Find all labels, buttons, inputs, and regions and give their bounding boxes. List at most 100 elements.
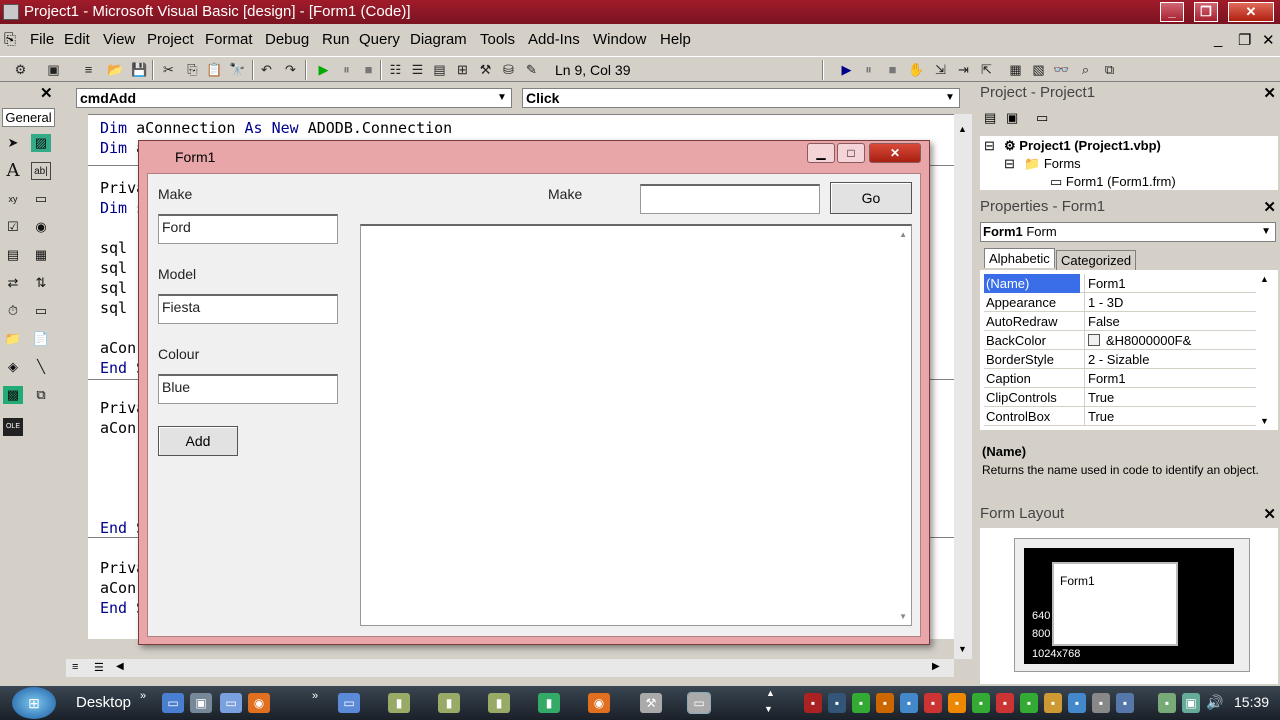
add-button[interactable]: Add — [158, 426, 238, 456]
drivelistbox-tool-icon[interactable]: ▭ — [31, 302, 51, 320]
firefox-icon[interactable]: ◉ — [248, 693, 270, 713]
object-selector[interactable]: Form1 Form ▼ — [980, 222, 1276, 242]
menu-query[interactable]: Query — [359, 31, 400, 48]
add-project-icon[interactable]: ⚙ — [12, 61, 29, 78]
tree-item-project[interactable]: ⚙ Project1 (Project1.vbp) — [1004, 138, 1161, 154]
debug-stop-icon[interactable]: ■ — [884, 61, 901, 78]
code-line[interactable]: aCon — [100, 579, 136, 597]
close-icon[interactable]: ✕ — [1263, 85, 1276, 103]
watch-window-icon[interactable]: 👓 — [1053, 61, 1070, 78]
textbox-tool-icon[interactable]: ab| — [31, 162, 51, 180]
code-line[interactable]: sql — [100, 299, 136, 317]
property-row[interactable]: Appearance 1 - 3D — [984, 293, 1256, 312]
label-tool-icon[interactable]: A — [3, 162, 23, 180]
task-app-icon[interactable]: ▮ — [538, 693, 560, 713]
shape-tool-icon[interactable]: ◈ — [3, 358, 23, 376]
scroll-up-icon[interactable]: ▲ — [958, 124, 967, 134]
quick-watch-icon[interactable]: ⌕ — [1077, 61, 1094, 78]
menu-add-ins[interactable]: Add-Ins — [528, 31, 580, 48]
paste-icon[interactable]: 📋 — [206, 61, 223, 78]
property-row[interactable]: BackColor &H8000000F& — [984, 331, 1256, 350]
property-row[interactable]: (Name) Form1 — [984, 274, 1256, 293]
make-field[interactable]: Ford — [158, 214, 338, 244]
model-field[interactable]: Fiesta — [158, 294, 338, 324]
chevron-down-icon[interactable]: ▼ — [495, 91, 509, 105]
tab-alphabetic[interactable]: Alphabetic — [984, 248, 1055, 268]
tray-icon[interactable]: ▪ — [900, 693, 918, 713]
project-explorer-icon[interactable]: ☷ — [387, 61, 404, 78]
tray-icon[interactable]: ▪ — [828, 693, 846, 713]
line-tool-icon[interactable]: ╲ — [31, 358, 51, 376]
tray-icon[interactable]: ▪ — [1116, 693, 1134, 713]
toolbox-tab-general[interactable]: General — [2, 108, 55, 127]
menu-tools[interactable]: Tools — [480, 31, 515, 48]
close-icon[interactable]: ✕ — [1263, 506, 1276, 524]
object-combo[interactable]: cmdAdd ▼ — [76, 88, 512, 108]
view-code-icon[interactable]: ▤ — [984, 110, 996, 126]
find-icon[interactable]: 🔭 — [229, 61, 246, 78]
scroll-up-icon[interactable]: ▲ — [899, 230, 907, 239]
menu-file[interactable]: File — [30, 31, 54, 48]
step-out-icon[interactable]: ⇱ — [978, 61, 995, 78]
locals-window-icon[interactable]: ▦ — [1007, 61, 1024, 78]
folder-icon[interactable]: ▭ — [220, 693, 242, 713]
chevron-down-icon[interactable]: ▼ — [764, 704, 773, 714]
tray-icon[interactable]: ▪ — [1044, 693, 1062, 713]
chevron-down-icon[interactable]: ▼ — [943, 91, 957, 105]
menu-editor-icon[interactable]: ≡ — [80, 61, 97, 78]
undo-icon[interactable]: ↶ — [258, 61, 275, 78]
hscrollbar-tool-icon[interactable]: ⇄ — [3, 274, 23, 292]
tray-icon[interactable]: ▪ — [972, 693, 990, 713]
code-line[interactable]: Dim aConnection As New ADODB.Connection — [100, 119, 452, 137]
property-row[interactable]: ControlBox True — [984, 407, 1256, 426]
toggle-breakpoint-icon[interactable]: ✋ — [908, 61, 925, 78]
task-form1-icon[interactable]: ▭ — [687, 692, 711, 714]
frame-tool-icon[interactable]: xy — [3, 190, 23, 208]
image-tool-icon[interactable]: ▩ — [3, 386, 23, 404]
view-object-icon[interactable]: ▣ — [1006, 110, 1018, 126]
data-tool-icon[interactable]: ⧉ — [31, 386, 51, 404]
task-app-icon[interactable]: ▮ — [488, 693, 510, 713]
break-icon[interactable]: ⏸ — [338, 61, 355, 78]
save-icon[interactable]: 💾 — [131, 61, 148, 78]
vb-app-icon[interactable] — [3, 4, 19, 20]
start-icon[interactable]: ▶ — [315, 61, 332, 78]
property-row[interactable]: ClipControls True — [984, 388, 1256, 407]
minimize-button[interactable]: _ — [1160, 2, 1184, 22]
menu-format[interactable]: Format — [205, 31, 253, 48]
chevron-down-icon[interactable]: ▼ — [1261, 223, 1271, 241]
step-over-icon[interactable]: ⇥ — [955, 61, 972, 78]
tab-categorized[interactable]: Categorized — [1056, 250, 1137, 271]
desktop-toolbar-label[interactable]: Desktop — [76, 694, 131, 711]
add-form-icon[interactable]: ▣ — [45, 61, 62, 78]
windows-explorer-icon[interactable]: ▣ — [190, 693, 212, 713]
immediate-window-icon[interactable]: ▧ — [1030, 61, 1047, 78]
code-line[interactable]: sql — [100, 239, 136, 257]
property-row[interactable]: BorderStyle 2 - Sizable — [984, 350, 1256, 369]
code-line[interactable]: aCon — [100, 339, 136, 357]
open-icon[interactable]: 📂 — [107, 61, 124, 78]
combobox-tool-icon[interactable]: ▤ — [3, 246, 23, 264]
menu-edit[interactable]: Edit — [64, 31, 90, 48]
tray-icon[interactable]: ▪ — [1068, 693, 1086, 713]
menu-run[interactable]: Run — [322, 31, 350, 48]
menu-help[interactable]: Help — [660, 31, 691, 48]
form1-close-button[interactable]: ✕ — [869, 143, 921, 163]
tray-icon[interactable]: ▪ — [1158, 693, 1176, 713]
show-desktop-icon[interactable]: ▭ — [162, 693, 184, 713]
tree-collapse-icon[interactable]: ⊟ — [1004, 156, 1015, 172]
close-icon[interactable]: ✕ — [1263, 199, 1276, 217]
menu-debug[interactable]: Debug — [265, 31, 309, 48]
property-row[interactable]: Caption Form1 — [984, 369, 1256, 388]
code-line[interactable]: aCon — [100, 419, 136, 437]
property-row[interactable]: AutoRedraw False — [984, 312, 1256, 331]
copy-icon[interactable]: ⎘ — [184, 61, 201, 78]
scroll-up-icon[interactable]: ▲ — [1260, 274, 1269, 284]
tray-icon[interactable]: ▪ — [1092, 693, 1110, 713]
task-app-icon[interactable]: ▮ — [388, 693, 410, 713]
menu-window[interactable]: Window — [593, 31, 646, 48]
timer-tool-icon[interactable]: ⏱ — [3, 302, 23, 320]
mdi-minimize-button[interactable]: _ — [1214, 31, 1222, 48]
object-browser-icon[interactable]: ⊞ — [454, 61, 471, 78]
code-line[interactable]: sql — [100, 279, 136, 297]
